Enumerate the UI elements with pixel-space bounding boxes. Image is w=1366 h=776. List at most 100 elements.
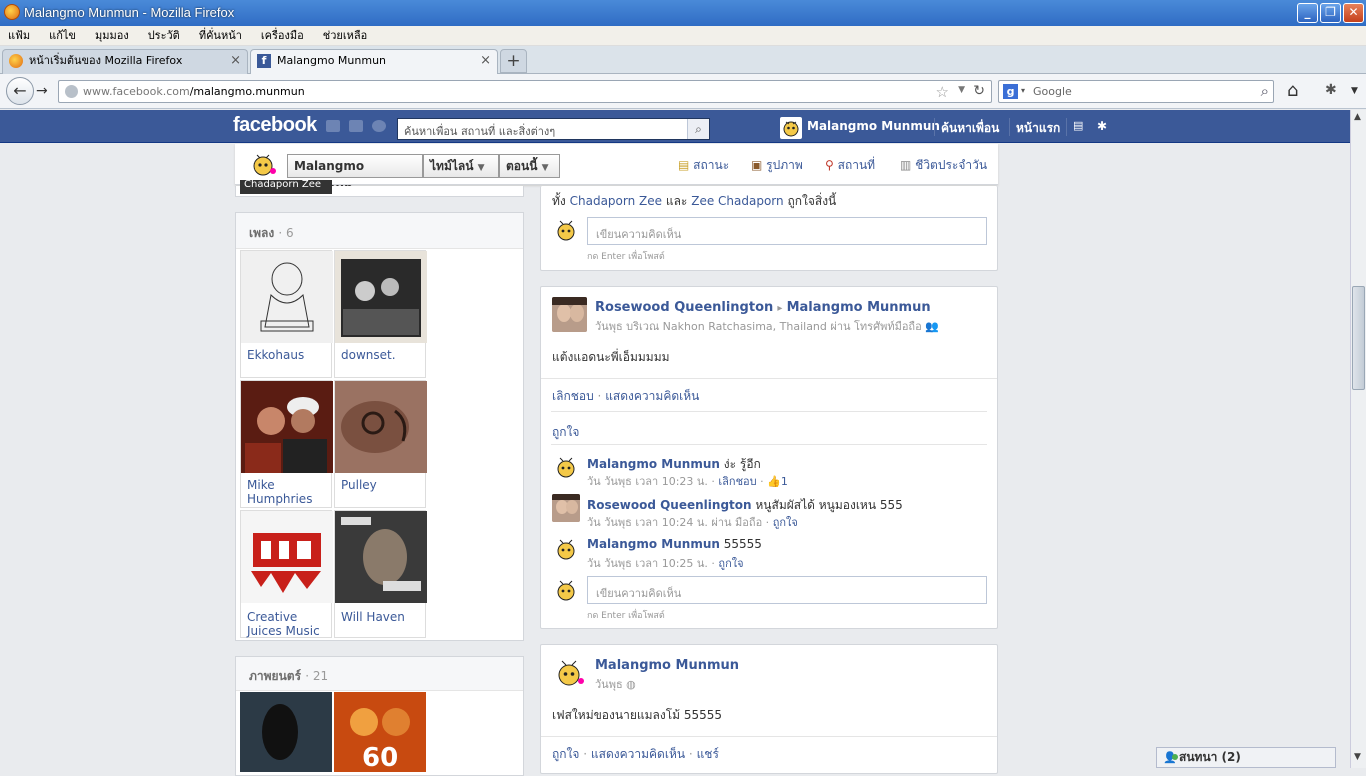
my-avatar[interactable] bbox=[552, 576, 580, 604]
author-link[interactable]: Malangmo Munmun bbox=[595, 658, 739, 673]
home-link[interactable]: หน้าแรก bbox=[1016, 119, 1060, 138]
liker-link[interactable]: Chadaporn Zee bbox=[570, 194, 662, 208]
find-friends-link[interactable]: ค้นหาเพื่อน bbox=[941, 119, 999, 138]
commenter-avatar[interactable] bbox=[552, 216, 580, 244]
comment-author[interactable]: Malangmo Munmun bbox=[587, 537, 720, 551]
music-item-creative-juices[interactable]: Creative Juices Music bbox=[240, 510, 333, 638]
friend-requests-icon[interactable] bbox=[326, 120, 340, 132]
timeline-dropdown[interactable]: ไทม์ไลน์ ▼ bbox=[423, 154, 499, 178]
music-label[interactable]: Creative Juices Music bbox=[247, 610, 333, 638]
home-icon[interactable]: ⌂ bbox=[1287, 80, 1298, 101]
menu-view[interactable]: มุมมอง bbox=[95, 26, 129, 46]
comment-input[interactable]: เขียนความคิดเห็น bbox=[587, 576, 987, 604]
movie-item[interactable]: 60 bbox=[334, 692, 426, 773]
photo-link[interactable]: ▣ รูปภาพ bbox=[751, 156, 803, 175]
thumbs-up-icon[interactable]: 👍 bbox=[767, 475, 781, 488]
likers-link[interactable]: ถูกใจ bbox=[552, 425, 579, 439]
place-link[interactable]: ⚲ สถานที่ bbox=[825, 156, 875, 175]
friend-label[interactable]: Chadaporn Zee bbox=[240, 180, 332, 194]
menu-tools[interactable]: เครื่องมือ bbox=[261, 26, 304, 46]
tab-facebook[interactable]: f Malangmo Munmun × bbox=[250, 49, 498, 74]
search-icon[interactable]: ⌕ bbox=[1261, 82, 1269, 100]
author-avatar[interactable] bbox=[552, 297, 587, 332]
tab-close-icon[interactable]: × bbox=[230, 50, 241, 72]
music-label[interactable]: Pulley bbox=[341, 478, 377, 492]
author-avatar[interactable] bbox=[552, 655, 587, 690]
chat-bar[interactable]: 👤 สนทนา (2) bbox=[1156, 747, 1336, 768]
comment-like-count[interactable]: 1 bbox=[781, 475, 788, 488]
profile-avatar[interactable] bbox=[248, 149, 278, 179]
scroll-down-icon[interactable]: ▼ bbox=[1354, 752, 1361, 762]
tab-close-icon[interactable]: × bbox=[480, 50, 491, 72]
music-label[interactable]: Ekkohaus bbox=[247, 348, 304, 362]
comment-unlike-link[interactable]: เลิกชอบ bbox=[718, 475, 756, 488]
reload-icon[interactable]: ↻ bbox=[973, 83, 985, 99]
comment-input[interactable]: เขียนความคิดเห็น bbox=[587, 217, 987, 245]
menu-file[interactable]: แฟ้ม bbox=[8, 26, 30, 46]
commenter-avatar[interactable] bbox=[552, 535, 580, 563]
music-title[interactable]: เพลง · 6 bbox=[249, 224, 294, 243]
vertical-scrollbar[interactable]: ▲ ▼ bbox=[1350, 110, 1366, 768]
music-label[interactable]: Mike Humphries bbox=[247, 478, 331, 506]
comment-author[interactable]: Malangmo Munmun bbox=[587, 457, 720, 471]
liker-link[interactable]: Zee Chadaporn bbox=[691, 194, 783, 208]
search-engine-dropdown-icon[interactable]: ▾ bbox=[1021, 86, 1025, 95]
url-dropdown-icon[interactable]: ▼ bbox=[958, 85, 965, 95]
notifications-icon[interactable] bbox=[372, 120, 386, 132]
minimize-button[interactable]: _ bbox=[1297, 3, 1318, 23]
search-icon[interactable]: ⌕ bbox=[687, 119, 709, 139]
commenter-avatar[interactable] bbox=[552, 453, 580, 481]
commenter-avatar[interactable] bbox=[552, 494, 580, 522]
post-meta: วันพุธ บริเวณ Nakhon Ratchasima, Thailan… bbox=[595, 320, 939, 333]
target-link[interactable]: Malangmo Munmun bbox=[787, 300, 931, 315]
music-item-downset[interactable]: downset. bbox=[334, 250, 427, 378]
menu-edit[interactable]: แก้ไข bbox=[49, 26, 76, 46]
share-link[interactable]: แชร์ bbox=[697, 747, 719, 761]
privacy-shortcuts-icon[interactable]: ▤ bbox=[1073, 119, 1083, 132]
close-button[interactable]: ✕ bbox=[1343, 3, 1364, 23]
life-event-link[interactable]: ▥ ชีวิตประจำวัน bbox=[900, 156, 987, 175]
comment-like-link[interactable]: ถูกใจ bbox=[718, 557, 743, 570]
comment-link[interactable]: แสดงความคิดเห็น bbox=[605, 389, 699, 403]
comment-author[interactable]: Rosewood Queenlington bbox=[587, 498, 752, 512]
music-label[interactable]: Will Haven bbox=[341, 610, 405, 624]
maximize-button[interactable]: ❐ bbox=[1320, 3, 1341, 23]
forward-button[interactable]: → bbox=[36, 83, 48, 99]
menu-help[interactable]: ช่วยเหลือ bbox=[323, 26, 367, 46]
scroll-up-icon[interactable]: ▲ bbox=[1354, 112, 1361, 122]
back-button[interactable]: ← bbox=[6, 77, 34, 105]
settings-gear-icon[interactable]: ✱ bbox=[1097, 119, 1107, 133]
like-link[interactable]: ถูกใจ bbox=[552, 747, 579, 761]
music-label[interactable]: downset. bbox=[341, 348, 396, 362]
scrollbar-thumb[interactable] bbox=[1352, 286, 1365, 390]
search-bar[interactable]: g ▾ Google ⌕ bbox=[998, 80, 1274, 103]
comment-meta: วัน วันพุธ เวลา 10:23 น. bbox=[587, 475, 708, 488]
unlike-link[interactable]: เลิกชอบ bbox=[552, 389, 594, 403]
profile-name-button[interactable]: Malangmo Munmun bbox=[287, 154, 423, 195]
facebook-search-input[interactable]: ค้นหาเพื่อน สถานที่ และสิ่งต่างๆ ⌕ bbox=[397, 118, 710, 140]
now-dropdown[interactable]: ตอนนี้ ▼ bbox=[499, 154, 560, 178]
music-item-pulley[interactable]: Pulley bbox=[334, 380, 427, 508]
user-name-link[interactable]: Malangmo Munmun bbox=[807, 119, 940, 133]
tab-firefox-start[interactable]: หน้าเริ่มต้นของ Mozilla Firefox × bbox=[2, 49, 248, 74]
movies-title[interactable]: ภาพยนตร์ · 21 bbox=[249, 667, 328, 686]
music-item-mike-humphries[interactable]: Mike Humphries bbox=[240, 380, 333, 508]
menu-dropdown-icon[interactable]: ▼ bbox=[1351, 86, 1358, 96]
menu-history[interactable]: ประวัติ bbox=[148, 26, 180, 46]
messages-icon[interactable] bbox=[349, 120, 363, 132]
music-item-ekkohaus[interactable]: Ekkohaus bbox=[240, 250, 333, 378]
facebook-logo[interactable]: facebook bbox=[233, 114, 317, 137]
google-icon[interactable]: g bbox=[1003, 84, 1018, 99]
author-link[interactable]: Rosewood Queenlington bbox=[595, 300, 773, 315]
bookmark-star-icon[interactable]: ☆ bbox=[936, 83, 949, 101]
status-link[interactable]: ▤ สถานะ bbox=[678, 156, 729, 175]
url-bar[interactable]: www.facebook.com/malangmo.munmun ☆ ▼ ↻ bbox=[58, 80, 992, 103]
user-avatar[interactable] bbox=[780, 117, 802, 139]
movie-item[interactable] bbox=[240, 692, 332, 772]
menu-bookmarks[interactable]: ที่คั่นหน้า bbox=[199, 26, 242, 46]
comment-like-link[interactable]: ถูกใจ bbox=[773, 516, 798, 529]
music-item-will-haven[interactable]: Will Haven bbox=[334, 510, 427, 638]
new-tab-button[interactable]: + bbox=[500, 49, 527, 73]
addon-icon[interactable]: ✱ bbox=[1325, 82, 1337, 98]
comment-link[interactable]: แสดงความคิดเห็น bbox=[591, 747, 685, 761]
